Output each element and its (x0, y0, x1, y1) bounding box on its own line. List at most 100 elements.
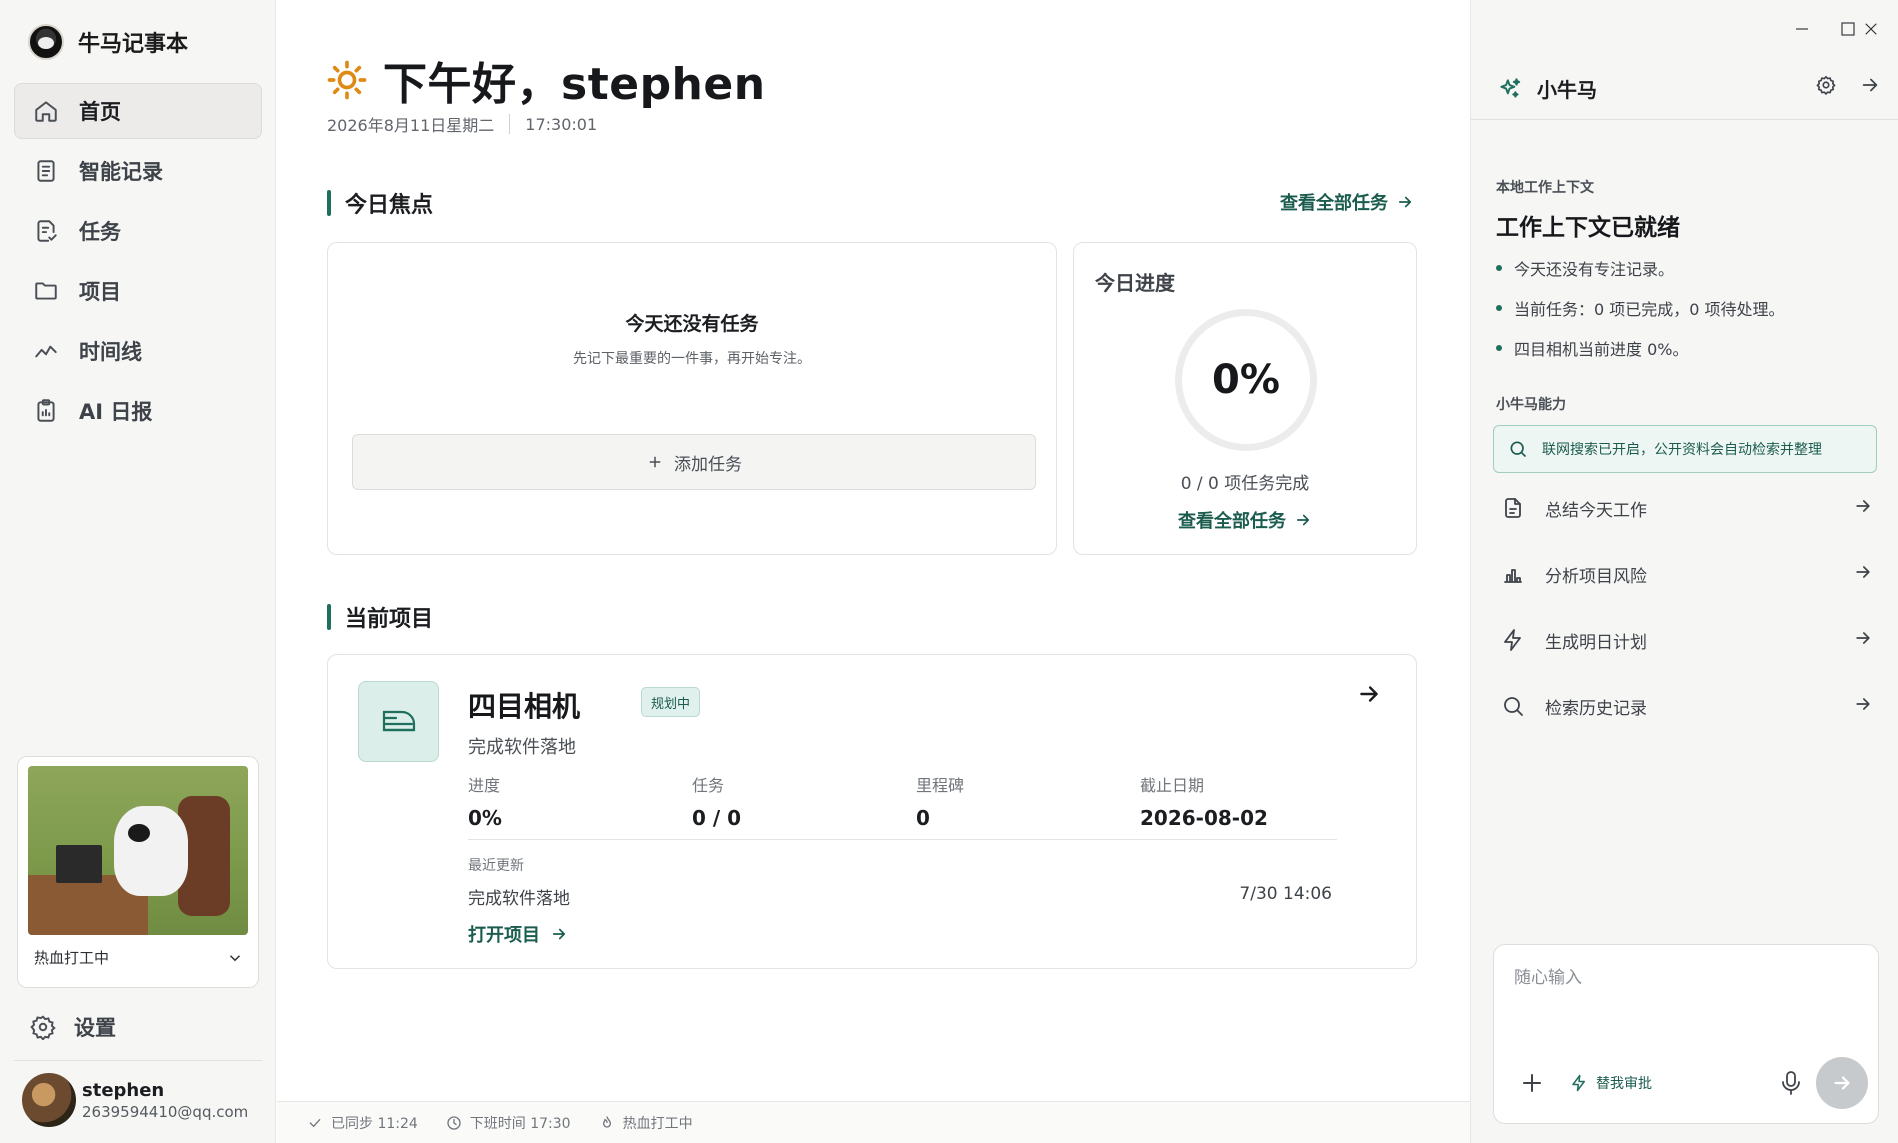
window-close-button[interactable] (1856, 14, 1886, 44)
list-item: 今天还没有专注记录。 (1496, 256, 1785, 280)
date-time: 2026年8月11日星期二 17:30:01 (327, 112, 597, 136)
status-label: 热血打工中 (34, 949, 110, 967)
lightning-icon (1572, 1074, 1585, 1092)
arrow-right-icon (1296, 514, 1310, 526)
sync-status: 已同步 11:24 (307, 1113, 418, 1133)
app-logo-icon (28, 24, 64, 60)
voice-input-button[interactable] (1780, 1070, 1804, 1096)
sidebar-nav: 首页 智能记录 任务 项目 时间线 AI 日报 (14, 83, 262, 443)
progress-count: 0 / 0 项任务完成 (1180, 474, 1310, 494)
user-profile[interactable]: stephen 2639594410@qq.com (22, 1073, 248, 1127)
capability-summarize-today[interactable]: 总结今天工作 (1501, 488, 1873, 528)
web-search-notice: 联网搜索已开启，公开资料会自动检索并整理 (1493, 425, 1877, 473)
settings-label: 设置 (74, 1016, 116, 1040)
capability-analyze-risk[interactable]: 分析项目风险 (1501, 554, 1873, 594)
capability-search-history[interactable]: 检索历史记录 (1501, 686, 1873, 726)
status-bar: 已同步 11:24 下班时间 17:30 热血打工中 (277, 1101, 1470, 1143)
flame-icon (602, 1115, 611, 1128)
approve-mode-toggle[interactable]: 替我审批 (1570, 1073, 1652, 1093)
stat-label: 截止日期 (1140, 776, 1205, 795)
chat-input[interactable] (1514, 963, 1854, 1033)
current-time: 17:30:01 (525, 114, 598, 134)
sidebar-item-home[interactable]: 首页 (14, 83, 262, 139)
send-button[interactable] (1816, 1057, 1868, 1109)
projects-title: 当前项目 (345, 607, 434, 632)
progress-view-all-link[interactable]: 查看全部任务 (1074, 507, 1416, 533)
focus-card: 今天还没有任务 先记下最重要的一件事，再开始专注。 添加任务 (327, 242, 1057, 555)
close-icon (1865, 23, 1877, 35)
view-all-tasks-link[interactable]: 查看全部任务 (1280, 189, 1414, 215)
gear-icon (1816, 75, 1836, 95)
minimize-icon (1796, 28, 1808, 30)
sidebar-item-projects[interactable]: 项目 (14, 263, 262, 319)
off-work-text: 下班时间 17:30 (469, 1115, 571, 1132)
focus-title: 今日焦点 (345, 193, 434, 218)
web-search-notice-text: 联网搜索已开启，公开资料会自动检索并整理 (1542, 442, 1822, 458)
app-name: 牛马记事本 (78, 32, 189, 57)
maximize-icon (1841, 22, 1855, 36)
arrow-right-icon (1834, 1076, 1850, 1090)
sidebar-item-label: 首页 (79, 100, 121, 124)
sun-icon (327, 60, 367, 100)
status-badge: 规划中 (641, 687, 701, 717)
folder-icon (35, 282, 57, 300)
status-image (28, 766, 248, 935)
sidebar-item-timeline[interactable]: 时间线 (14, 323, 262, 379)
current-date: 2026年8月11日星期二 (327, 116, 495, 135)
sidebar-item-label: 智能记录 (79, 160, 163, 184)
status-selector[interactable]: 热血打工中 (34, 947, 244, 968)
page-title: 下午好，stephen (383, 59, 766, 110)
capability-plan-tomorrow[interactable]: 生成明日计划 (1501, 620, 1873, 660)
stat-tasks: 任务 0 / 0 (692, 772, 741, 830)
window-minimize-button[interactable] (1787, 14, 1817, 44)
stat-label: 任务 (692, 776, 725, 795)
sidebar-item-label: 项目 (79, 280, 121, 304)
recent-update-text: 完成软件落地 (468, 889, 570, 909)
progress-ring: 0% (1175, 309, 1317, 451)
brand: 牛马记事本 (28, 24, 188, 60)
arrow-right-icon (1853, 628, 1873, 652)
off-work-time: 下班时间 17:30 (446, 1113, 571, 1133)
document-icon (1501, 496, 1525, 520)
project-card[interactable]: 四目相机 规划中 完成软件落地 进度 0% 任务 0 / 0 里程碑 0 截止日… (327, 654, 1417, 969)
settings-button[interactable]: 设置 (30, 1012, 116, 1042)
sparkle-icon (1500, 77, 1521, 98)
capability-label: 检索历史记录 (1545, 698, 1647, 719)
user-name: stephen (82, 1079, 165, 1101)
stat-value: 0% (468, 806, 502, 830)
arrow-right-icon (552, 928, 566, 940)
microphone-icon (1782, 1071, 1800, 1095)
sidebar-item-smart-record[interactable]: 智能记录 (14, 143, 262, 199)
progress-percent: 0% (1212, 357, 1280, 403)
stat-value: 2026-08-02 (1140, 806, 1268, 830)
project-open-arrow[interactable] (1356, 681, 1382, 707)
attach-button[interactable] (1520, 1071, 1544, 1095)
sidebar-item-ai-report[interactable]: AI 日报 (14, 383, 262, 439)
sidebar-item-tasks[interactable]: 任务 (14, 203, 262, 259)
stat-milestones: 里程碑 0 (916, 772, 964, 830)
assistant-settings-button[interactable] (1815, 74, 1841, 100)
sidebar: 牛马记事本 首页 智能记录 任务 项目 时间线 AI 日报 热血打工中 设置 s… (0, 0, 276, 1143)
timeline-icon (35, 345, 57, 358)
arrow-right-icon (1398, 196, 1412, 208)
status-card[interactable]: 热血打工中 (17, 756, 259, 988)
empty-tasks-title: 今天还没有任务 (625, 313, 759, 335)
assistant-title: 小牛马 (1497, 74, 1597, 103)
add-task-button[interactable]: 添加任务 (352, 434, 1036, 490)
context-title: 工作上下文已就绪 (1496, 215, 1680, 241)
stat-progress: 进度 0% (468, 772, 502, 830)
arrow-right-icon (1853, 694, 1873, 718)
progress-title: 今日进度 (1095, 271, 1175, 295)
capabilities-label: 小牛马能力 (1496, 397, 1566, 413)
list-item: 当前任务：0 项已完成，0 项待处理。 (1496, 296, 1785, 320)
approve-mode-label: 替我审批 (1596, 1076, 1652, 1092)
recent-update-time: 7/30 14:06 (1239, 884, 1332, 904)
stat-value: 0 (916, 806, 930, 830)
work-status: 热血打工中 (599, 1113, 693, 1133)
user-email: 2639594410@qq.com (82, 1102, 249, 1121)
open-project-link[interactable]: 打开项目 (468, 921, 568, 947)
view-all-tasks-label: 查看全部任务 (1280, 193, 1388, 214)
assistant-collapse-button[interactable] (1859, 74, 1885, 100)
plus-icon (649, 456, 661, 468)
arrow-right-icon (1853, 562, 1873, 586)
